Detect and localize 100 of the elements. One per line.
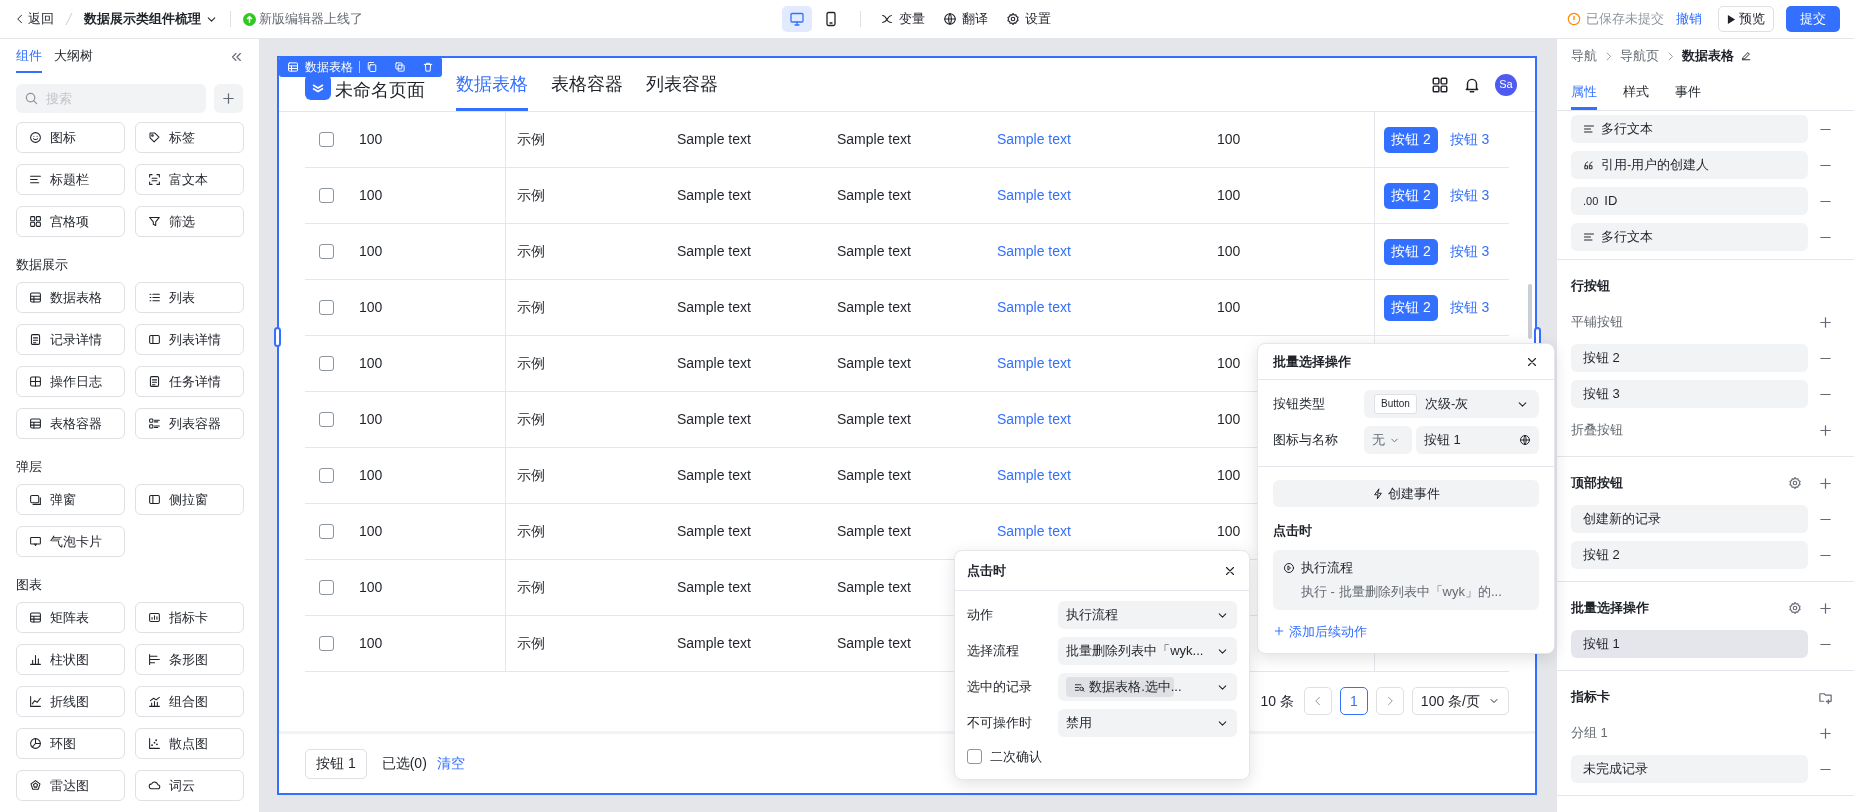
add-button[interactable] [214, 84, 243, 113]
add-icon[interactable] [1818, 475, 1833, 491]
name-input[interactable]: 按钮 1 [1416, 426, 1539, 454]
panel-tab[interactable]: 属性 [1571, 73, 1597, 110]
field-item[interactable]: 引用-用户的创建人 [1571, 151, 1808, 179]
row-link[interactable]: 按钮 3 [1445, 238, 1494, 265]
create-event-button[interactable]: 创建事件 [1273, 480, 1539, 507]
collapse-icon[interactable] [229, 50, 243, 64]
record-select[interactable]: 数据表格.选中... [1058, 673, 1237, 701]
field-item[interactable]: 多行文本 [1571, 223, 1808, 251]
row-checkbox[interactable] [319, 412, 334, 427]
row-checkbox[interactable] [319, 524, 334, 539]
component-item[interactable]: 任务详情 [135, 366, 244, 397]
select-field[interactable]: 批量删除列表中「wyk... [1058, 637, 1237, 665]
table-link[interactable]: Sample text [997, 185, 1071, 206]
component-item[interactable]: 条形图 [135, 644, 244, 675]
page-button[interactable]: 1 [1339, 687, 1368, 715]
button-item[interactable]: 未完成记录 [1571, 755, 1808, 783]
scrollbar[interactable] [1528, 284, 1532, 339]
event-card[interactable]: 执行流程 执行 - 批量删除列表中「wyk」的... [1273, 549, 1539, 610]
component-item[interactable]: 标签 [135, 122, 244, 153]
row-button[interactable]: 按钮 2 [1384, 126, 1438, 153]
row-checkbox[interactable] [319, 244, 334, 259]
batch-button[interactable]: 按钮 1 [305, 748, 367, 779]
delete-icon[interactable] [422, 61, 434, 73]
field-item[interactable]: 多行文本 [1571, 115, 1808, 143]
table-link[interactable]: Sample text [997, 409, 1071, 430]
copy-icon[interactable] [366, 61, 378, 73]
table-link[interactable]: Sample text [997, 521, 1071, 542]
toolbar-button[interactable]: 变量 [880, 9, 925, 29]
button-item[interactable]: 创建新的记录 [1571, 505, 1808, 533]
undo-link[interactable]: 撤销 [1676, 9, 1702, 29]
checkbox[interactable] [967, 749, 982, 765]
table-link[interactable]: Sample text [997, 353, 1071, 374]
button-type-select[interactable]: Button 次级-灰 [1364, 390, 1539, 418]
grid-icon[interactable] [1431, 75, 1449, 94]
row-checkbox[interactable] [319, 356, 334, 371]
row-checkbox[interactable] [319, 300, 334, 315]
page-size-dropdown[interactable]: 100 条/页 [1411, 687, 1509, 715]
component-item[interactable]: 侧拉窗 [135, 484, 244, 515]
select-field[interactable]: 执行流程 [1058, 601, 1237, 629]
component-item[interactable]: 列表 [135, 282, 244, 313]
panel-tab[interactable]: 事件 [1675, 73, 1701, 110]
page-tab[interactable]: 表格容器 [551, 58, 623, 111]
page-tab[interactable]: 数据表格 [456, 58, 528, 111]
row-link[interactable]: 按钮 3 [1445, 182, 1494, 209]
row-checkbox[interactable] [319, 468, 334, 483]
submit-button[interactable]: 提交 [1786, 6, 1840, 32]
sidebar-tab[interactable]: 组件 [16, 45, 42, 73]
toolbar-button[interactable]: 翻译 [943, 9, 988, 29]
add-icon[interactable] [1818, 725, 1833, 741]
row-link[interactable]: 按钮 3 [1445, 126, 1494, 153]
back-button[interactable]: 返回 [14, 9, 54, 29]
component-item[interactable]: 富文本 [135, 164, 244, 195]
component-item[interactable]: 筛选 [135, 206, 244, 237]
row-checkbox[interactable] [319, 636, 334, 651]
selection-tag[interactable]: 数据表格 [279, 57, 442, 77]
settings-icon[interactable] [1788, 601, 1802, 615]
component-item[interactable]: 表格容器 [16, 408, 125, 439]
add-action-link[interactable]: 添加后续动作 [1273, 621, 1367, 641]
component-item[interactable]: 操作日志 [16, 366, 125, 397]
component-item[interactable]: 数据表格 [16, 282, 125, 313]
page-tab[interactable]: 列表容器 [646, 58, 718, 111]
component-item[interactable]: 柱状图 [16, 644, 125, 675]
button-item[interactable]: 按钮 2 [1571, 344, 1808, 372]
component-item[interactable]: 指标卡 [135, 602, 244, 633]
notice-text[interactable]: 新版编辑器上线了 [259, 9, 363, 29]
component-item[interactable]: 列表详情 [135, 324, 244, 355]
button-item[interactable]: 按钮 3 [1571, 380, 1808, 408]
toolbar-button[interactable]: 设置 [1006, 9, 1051, 29]
table-link[interactable]: Sample text [997, 297, 1071, 318]
breadcrumb-link[interactable]: 导航 [1571, 46, 1597, 66]
avatar[interactable]: Sa [1495, 73, 1517, 96]
component-item[interactable]: 弹窗 [16, 484, 125, 515]
component-item[interactable]: 矩阵表 [16, 602, 125, 633]
component-item[interactable]: 记录详情 [16, 324, 125, 355]
component-item[interactable]: 雷达图 [16, 770, 125, 801]
component-item[interactable]: 列表容器 [135, 408, 244, 439]
clear-link[interactable]: 清空 [436, 753, 465, 774]
component-item[interactable]: 标题栏 [16, 164, 125, 195]
table-link[interactable]: Sample text [997, 241, 1071, 262]
row-button[interactable]: 按钮 2 [1384, 294, 1438, 321]
sidebar-tab[interactable]: 大纲树 [54, 45, 93, 73]
component-item[interactable]: 气泡卡片 [16, 526, 125, 557]
preview-button[interactable]: 预览 [1718, 6, 1774, 32]
button-item[interactable]: 按钮 2 [1571, 541, 1808, 569]
table-link[interactable]: Sample text [997, 465, 1071, 486]
component-item[interactable]: 散点图 [135, 728, 244, 759]
add-icon[interactable] [1818, 314, 1833, 330]
table-link[interactable]: Sample text [997, 129, 1071, 150]
panel-tab[interactable]: 样式 [1623, 73, 1649, 110]
row-checkbox[interactable] [319, 132, 334, 147]
icon-select[interactable]: 无 [1364, 426, 1412, 454]
select-field[interactable]: 禁用 [1058, 709, 1237, 737]
settings-icon[interactable] [1788, 476, 1802, 490]
component-item[interactable]: 折线图 [16, 686, 125, 717]
row-checkbox[interactable] [319, 580, 334, 595]
edit-icon[interactable] [1740, 50, 1752, 62]
row-link[interactable]: 按钮 3 [1445, 294, 1494, 321]
button-item[interactable]: 按钮 1 [1571, 630, 1808, 658]
